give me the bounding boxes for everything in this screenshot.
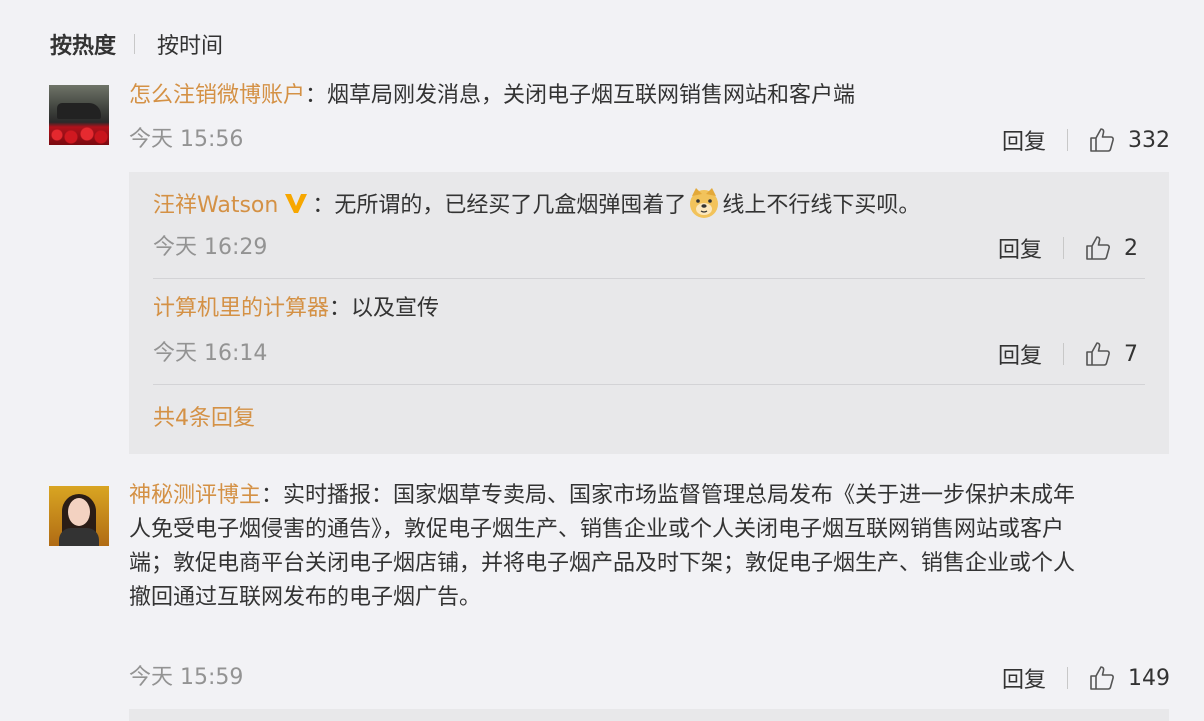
action-divider bbox=[1063, 343, 1065, 365]
reply-divider bbox=[153, 384, 1145, 385]
thumbs-up-icon[interactable] bbox=[1084, 340, 1112, 368]
reply-thread: 汪祥Watson ：无所谓的，已经买了几盒烟弹囤着了 线上不行线下买呗。 今天 16… bbox=[129, 172, 1169, 454]
reply-text: 无所谓的，已经买了几盒烟弹囤着了 bbox=[334, 193, 687, 218]
comment-text: 端；敦促电商平台关闭电子烟店铺，并将电子烟产品及时下架；敦促电子烟生产、销售企业… bbox=[129, 551, 1076, 576]
sort-divider bbox=[134, 34, 136, 54]
reply-divider bbox=[153, 278, 1145, 279]
like-count: 2 bbox=[1124, 235, 1139, 261]
comment-timestamp: 今天 15:56 bbox=[129, 127, 244, 152]
comment-actions: 回复 332 bbox=[1002, 124, 1171, 156]
comment-timestamp: 今天 15:59 bbox=[129, 665, 244, 690]
action-divider bbox=[1067, 129, 1069, 151]
reply-username[interactable]: 计算机里的计算器 bbox=[153, 296, 329, 321]
reply-thread bbox=[129, 709, 1169, 721]
comment-text: 烟草局刚发消息，关闭电子烟互联网销售网站和客户端 bbox=[327, 83, 856, 108]
reply-button[interactable]: 回复 bbox=[998, 232, 1042, 264]
action-divider bbox=[1067, 667, 1069, 689]
reply-actions: 回复 2 bbox=[998, 232, 1139, 264]
avatar[interactable] bbox=[49, 85, 109, 145]
action-divider bbox=[1063, 237, 1065, 259]
sort-by-hot-tab[interactable]: 按热度 bbox=[50, 28, 116, 60]
comment-username[interactable]: 怎么注销微博账户 bbox=[129, 83, 305, 108]
reply-username[interactable]: 汪祥Watson bbox=[153, 193, 278, 218]
reply-button[interactable]: 回复 bbox=[998, 338, 1042, 370]
doge-emoji bbox=[687, 186, 721, 220]
verified-v-icon bbox=[284, 191, 308, 213]
reply-content: 计算机里的计算器：以及宣传 bbox=[153, 296, 440, 321]
comment-text: 撤回通过互联网发布的电子烟广告。 bbox=[129, 585, 482, 610]
reply-button[interactable]: 回复 bbox=[1002, 124, 1046, 156]
comment-actions: 回复 149 bbox=[1002, 662, 1171, 694]
like-count: 7 bbox=[1124, 341, 1139, 367]
reply-timestamp: 今天 16:29 bbox=[153, 235, 268, 260]
reply-timestamp: 今天 16:14 bbox=[153, 341, 268, 366]
reply-button[interactable]: 回复 bbox=[1002, 662, 1046, 694]
comment-content: 怎么注销微博账户：烟草局刚发消息，关闭电子烟互联网销售网站和客户端 bbox=[129, 83, 856, 108]
reply-actions: 回复 7 bbox=[998, 338, 1139, 370]
reply-content: 汪祥Watson ：无所谓的，已经买了几盒烟弹囤着了 线上不行线下买呗。 bbox=[153, 186, 920, 223]
reply-text: 以及宣传 bbox=[351, 296, 440, 321]
comment-text: 实时播报：国家烟草专卖局、国家市场监督管理总局发布《关于进一步保护未成年 bbox=[283, 483, 1076, 508]
comment-username[interactable]: 神秘测评博主 bbox=[129, 483, 261, 508]
like-count: 149 bbox=[1128, 665, 1171, 691]
thumbs-up-icon[interactable] bbox=[1088, 126, 1116, 154]
comment-text: 人免受电子烟侵害的通告》，敦促电子烟生产、销售企业或个人关闭电子烟互联网销售网站… bbox=[129, 517, 1065, 542]
view-all-replies-link[interactable]: 共4条回复 bbox=[153, 402, 255, 436]
thumbs-up-icon[interactable] bbox=[1084, 234, 1112, 262]
comment-content: 神秘测评博主：实时播报：国家烟草专卖局、国家市场监督管理总局发布《关于进一步保护… bbox=[129, 479, 1174, 615]
sort-bar: 按热度 按时间 bbox=[50, 28, 223, 60]
avatar[interactable] bbox=[49, 486, 109, 546]
like-count: 332 bbox=[1128, 127, 1171, 153]
thumbs-up-icon[interactable] bbox=[1088, 664, 1116, 692]
sort-by-time-tab[interactable]: 按时间 bbox=[157, 28, 223, 60]
